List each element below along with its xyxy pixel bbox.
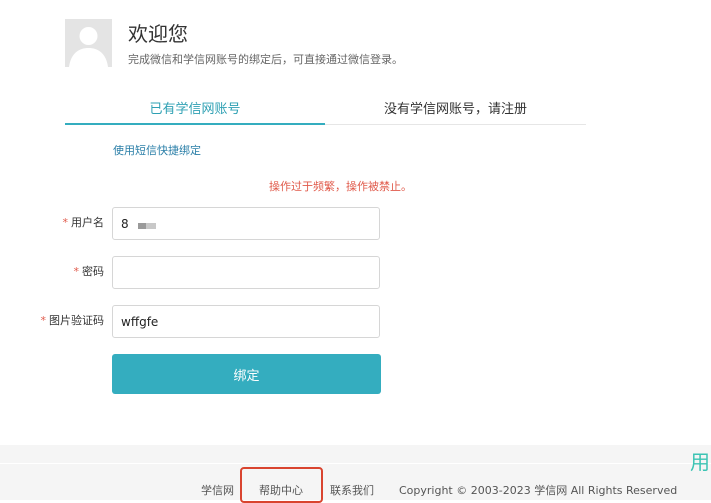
required-mark: * (62, 216, 69, 229)
footer-link-xuexin[interactable]: 学信网 (201, 484, 234, 498)
page-title: 欢迎您 (128, 22, 188, 46)
captcha-input[interactable] (112, 305, 380, 338)
password-label: * 密码 (74, 264, 105, 280)
username-label: * 用户名 (63, 215, 105, 231)
avatar (65, 19, 112, 67)
account-tabs: 已有学信网账号 没有学信网账号，请注册 (65, 96, 586, 125)
page-subtitle: 完成微信和学信网账号的绑定后，可直接通过微信登录。 (128, 53, 403, 66)
required-mark: * (73, 265, 80, 278)
help-center-highlight-box (240, 467, 323, 503)
required-mark: * (40, 314, 47, 327)
tab-register-account[interactable]: 没有学信网账号，请注册 (325, 96, 586, 123)
bind-button[interactable]: 绑定 (112, 354, 381, 394)
side-edge-text: 用 (690, 450, 710, 474)
captcha-label: * 图片验证码 (41, 313, 105, 329)
footer-copyright: Copyright © 2003-2023 学信网 All Rights Res… (399, 484, 678, 497)
sms-bind-link[interactable]: 使用短信快捷绑定 (113, 143, 201, 159)
username-input[interactable] (112, 207, 380, 240)
captcha-label-text: 图片验证码 (49, 314, 104, 327)
password-label-text: 密码 (82, 265, 104, 278)
footer-divider (0, 463, 711, 464)
tab-existing-account[interactable]: 已有学信网账号 (65, 96, 325, 125)
user-avatar-icon (65, 19, 112, 67)
error-message: 操作过于频繁，操作被禁止。 (269, 180, 412, 193)
footer: 学信网 帮助中心 联系我们 Copyright © 2003-2023 学信网 … (0, 445, 711, 500)
password-input[interactable] (112, 256, 380, 289)
footer-link-contact[interactable]: 联系我们 (330, 484, 374, 498)
username-label-text: 用户名 (71, 216, 104, 229)
